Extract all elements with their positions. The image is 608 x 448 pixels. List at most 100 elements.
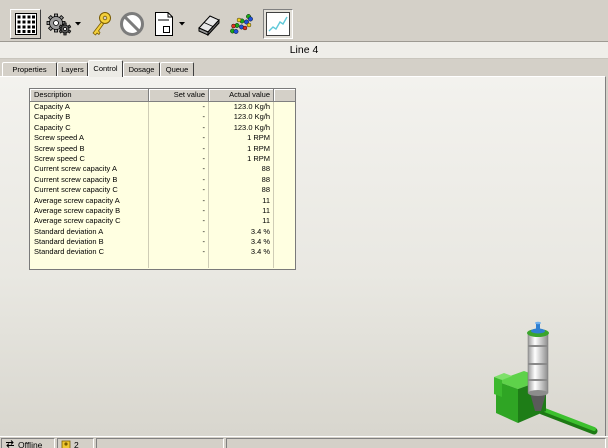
cell-set-value[interactable]: - <box>149 237 209 248</box>
cell-set-value[interactable]: - <box>149 153 209 165</box>
feed-tube <box>538 407 598 435</box>
cell-description: Screw speed A <box>30 133 149 144</box>
cell-set-value[interactable]: - <box>149 143 209 154</box>
table-row[interactable]: Average screw capacity C - 11 <box>30 216 295 227</box>
table-row[interactable]: Current screw capacity A - 88 <box>30 164 295 175</box>
table-row[interactable]: Capacity B - 123.0 Kg/h <box>30 112 295 123</box>
trend-view-button[interactable] <box>263 9 293 39</box>
network-arrows-icon <box>5 439 15 448</box>
table-row[interactable]: Current screw capacity C - 88 <box>30 185 295 196</box>
cell-description: Standard deviation A <box>30 226 149 238</box>
document-icon <box>153 11 175 37</box>
cell-set-value[interactable]: - <box>149 185 209 196</box>
column-header-actual-value[interactable]: Actual value <box>209 89 274 101</box>
cell-filler <box>274 175 295 185</box>
cell-set-value[interactable]: - <box>149 205 209 217</box>
table-row-empty[interactable] <box>30 257 295 269</box>
cell-actual-value: 11 <box>209 205 274 217</box>
table-row[interactable]: Standard deviation A - 3.4 % <box>30 226 295 238</box>
column-header-filler <box>274 89 295 101</box>
cell-description: Average screw capacity C <box>30 216 149 227</box>
tab-panel-control: Description Set value Actual value Capac… <box>0 76 606 436</box>
count-text: 2 <box>74 440 79 448</box>
eraser-icon <box>196 12 222 36</box>
cell-actual-value: 88 <box>209 164 274 175</box>
cell-filler <box>274 206 295 216</box>
keypad-icon <box>14 13 37 35</box>
cell-set-value[interactable]: - <box>149 195 209 206</box>
cell-set-value[interactable]: - <box>149 102 209 113</box>
table-row[interactable]: Screw speed B - 1 RPM <box>30 143 295 154</box>
cell-actual-value: 1 RPM <box>209 143 274 154</box>
cell-actual-value <box>209 257 274 269</box>
cell-filler <box>274 144 295 154</box>
cell-description: Capacity C <box>30 122 149 134</box>
title-bar: Line 4 <box>0 42 608 59</box>
table-row[interactable]: Standard deviation B - 3.4 % <box>30 237 295 248</box>
extruder-3d-view <box>490 319 602 440</box>
cell-filler <box>274 102 295 112</box>
tab-control[interactable]: Control <box>88 60 123 77</box>
control-table[interactable]: Description Set value Actual value Capac… <box>29 88 296 270</box>
cell-filler <box>274 123 295 133</box>
cell-description: Current screw capacity C <box>30 185 149 196</box>
table-row[interactable]: Current screw capacity B - 88 <box>30 174 295 186</box>
table-row[interactable]: Capacity A - 123.0 Kg/h <box>30 102 295 113</box>
cell-actual-value: 11 <box>209 195 274 206</box>
scatter-plot-icon <box>228 12 254 36</box>
cell-filler <box>274 133 295 143</box>
cell-set-value[interactable]: - <box>149 216 209 227</box>
access-key-button[interactable] <box>87 9 115 39</box>
cell-description: Standard deviation C <box>30 247 149 258</box>
tab-layers[interactable]: Layers <box>57 62 88 76</box>
cell-set-value[interactable]: - <box>149 174 209 186</box>
cell-set-value[interactable]: - <box>149 112 209 123</box>
cell-description: Current screw capacity B <box>30 174 149 186</box>
gear-icon <box>46 12 72 36</box>
report-button[interactable] <box>150 9 178 39</box>
cell-filler <box>274 112 295 122</box>
cell-actual-value: 1 RPM <box>209 153 274 165</box>
table-row[interactable]: Screw speed C - 1 RPM <box>30 153 295 165</box>
cell-description: Average screw capacity A <box>30 195 149 206</box>
cell-description: Current screw capacity A <box>30 164 149 175</box>
settings-button[interactable] <box>44 9 74 39</box>
cell-description: Average screw capacity B <box>30 205 149 217</box>
table-row[interactable]: Capacity C - 123.0 Kg/h <box>30 122 295 134</box>
cell-set-value[interactable]: - <box>149 122 209 134</box>
cell-set-value[interactable]: - <box>149 226 209 238</box>
tab-queue[interactable]: Queue <box>160 62 194 76</box>
status-connection: Offline <box>1 438 55 448</box>
tab-properties[interactable]: Properties <box>2 62 57 76</box>
table-row[interactable]: Screw speed A - 1 RPM <box>30 133 295 144</box>
table-row[interactable]: Average screw capacity A - 11 <box>30 195 295 206</box>
no-entry-icon <box>119 11 145 37</box>
toolbar <box>0 0 608 42</box>
status-count: 2 <box>57 438 94 448</box>
cell-set-value[interactable]: - <box>149 133 209 144</box>
user-icon <box>61 439 71 448</box>
cell-set-value[interactable]: - <box>149 247 209 258</box>
tab-dosage[interactable]: Dosage <box>123 62 160 76</box>
table-row[interactable]: Average screw capacity B - 11 <box>30 205 295 217</box>
connection-status-text: Offline <box>18 440 43 448</box>
table-row[interactable]: Standard deviation C - 3.4 % <box>30 247 295 258</box>
cell-description: Capacity A <box>30 102 149 113</box>
dropdown-arrow-icon <box>75 22 81 26</box>
data-points-button[interactable] <box>226 9 256 39</box>
column-header-description[interactable]: Description <box>30 89 149 101</box>
cell-description <box>30 257 149 269</box>
status-pane-4 <box>226 438 606 448</box>
cell-actual-value: 88 <box>209 185 274 196</box>
cell-set-value <box>149 257 209 269</box>
cell-set-value[interactable]: - <box>149 164 209 175</box>
clear-button[interactable] <box>194 9 224 39</box>
keypad-button[interactable] <box>10 9 41 39</box>
cell-description: Standard deviation B <box>30 237 149 248</box>
report-dropdown-button[interactable] <box>178 9 186 39</box>
cell-filler <box>274 164 295 174</box>
column-header-set-value[interactable]: Set value <box>149 89 209 101</box>
settings-dropdown-button[interactable] <box>74 9 82 39</box>
dropdown-arrow-icon <box>179 22 185 26</box>
stop-button[interactable] <box>117 9 147 39</box>
